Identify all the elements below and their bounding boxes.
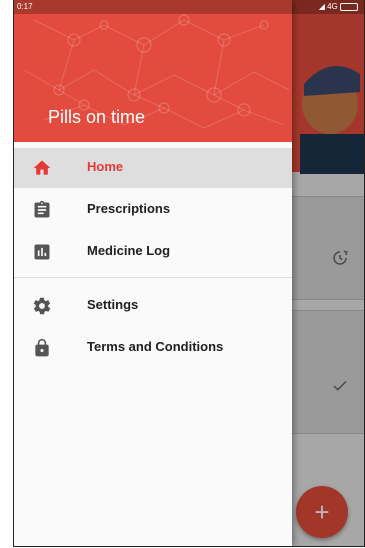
signal-icon: ◢ [318, 2, 325, 11]
drawer-item-prescriptions[interactable]: Prescriptions [14, 190, 292, 230]
drawer-item-home[interactable]: Home [14, 148, 292, 188]
bar-chart-icon [32, 242, 52, 262]
network-type: 4G [327, 2, 338, 11]
drawer-divider [14, 277, 292, 278]
app-title: Pills on time [48, 107, 146, 127]
drawer-item-label: Prescriptions [87, 201, 171, 216]
lock-icon [32, 338, 52, 358]
drawer-item-terms[interactable]: Terms and Conditions [14, 328, 292, 368]
status-bar: 0:17 ◢ 4G [14, 0, 364, 14]
status-icons: ◢ 4G [319, 0, 358, 14]
drawer-item-label: Settings [87, 297, 139, 312]
drawer-item-label: Medicine Log [87, 243, 171, 258]
drawer-item-label: Home [87, 159, 124, 174]
phone-screen: + 0:17 ◢ 4G Pills on time Home Prescript… [13, 0, 365, 547]
drawer-item-label: Terms and Conditions [87, 339, 224, 354]
home-icon [32, 158, 52, 178]
gear-icon [32, 296, 52, 316]
clipboard-icon [32, 200, 52, 220]
drawer-header: Pills on time [14, 0, 292, 142]
navigation-drawer: Pills on time Home Prescriptions Medicin… [14, 0, 292, 546]
drawer-item-medicine-log[interactable]: Medicine Log [14, 232, 292, 272]
status-time: 0:17 [17, 2, 33, 11]
drawer-item-settings[interactable]: Settings [14, 286, 292, 326]
battery-icon [340, 2, 358, 11]
